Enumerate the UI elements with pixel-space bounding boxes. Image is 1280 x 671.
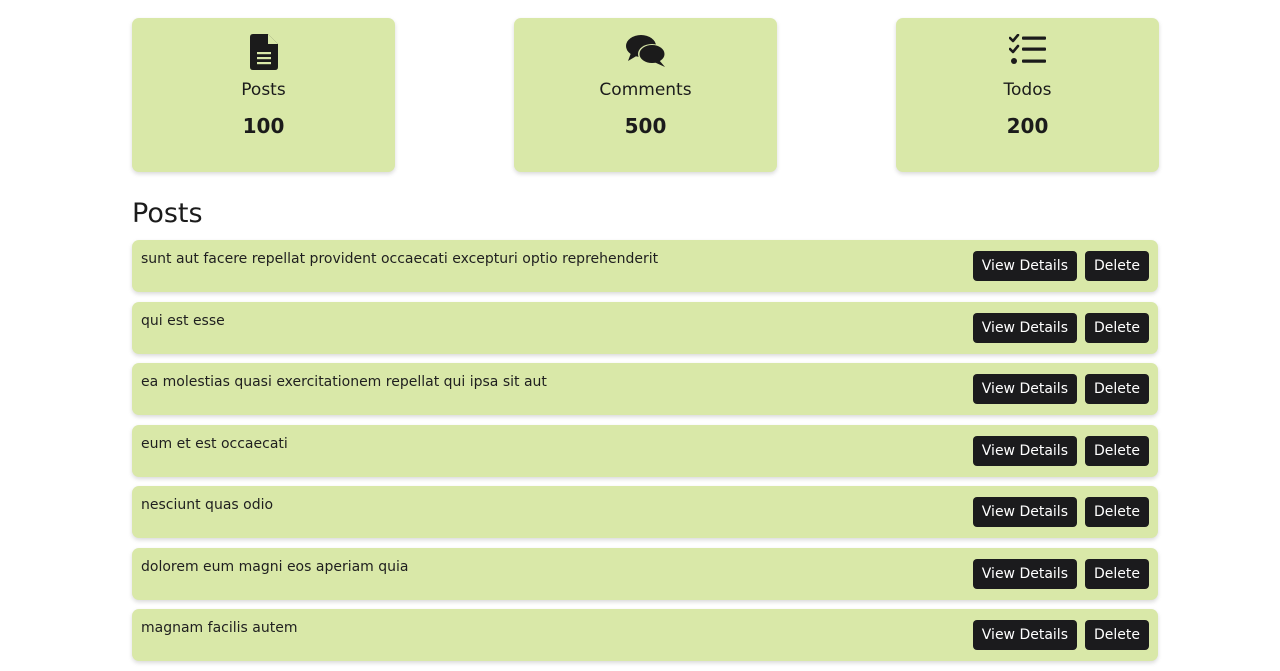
post-item: ea molestias quasi exercitationem repell… xyxy=(132,363,1158,415)
post-actions: View Details Delete xyxy=(972,251,1149,281)
delete-button[interactable]: Delete xyxy=(1085,312,1149,343)
post-title: dolorem eum magni eos aperiam quia xyxy=(141,558,409,575)
post-title: eum et est occaecati xyxy=(141,435,288,452)
file-text-icon xyxy=(132,34,395,70)
stat-label: Posts xyxy=(241,80,286,100)
post-actions: View Details Delete xyxy=(972,620,1149,650)
stat-card-comments: Comments 500 xyxy=(514,18,777,172)
view-details-button[interactable]: View Details xyxy=(972,312,1077,343)
comments-icon xyxy=(514,34,777,70)
stats-row: Posts 100 Comments 500 Todos 200 xyxy=(132,18,1159,172)
post-actions: View Details Delete xyxy=(972,374,1149,404)
view-details-button[interactable]: View Details xyxy=(972,620,1077,650)
view-details-button[interactable]: View Details xyxy=(972,497,1077,527)
delete-button[interactable]: Delete xyxy=(1085,435,1149,466)
post-actions: View Details Delete xyxy=(972,435,1149,466)
delete-button[interactable]: Delete xyxy=(1085,620,1149,650)
post-item: nesciunt quas odio View Details Delete xyxy=(132,486,1158,538)
stat-label: Todos xyxy=(1003,80,1052,100)
delete-button[interactable]: Delete xyxy=(1085,251,1149,281)
delete-button[interactable]: Delete xyxy=(1085,558,1149,589)
delete-button[interactable]: Delete xyxy=(1085,497,1149,527)
post-actions: View Details Delete xyxy=(972,312,1149,343)
delete-button[interactable]: Delete xyxy=(1085,374,1149,404)
post-item: eum et est occaecati View Details Delete xyxy=(132,424,1158,477)
view-details-button[interactable]: View Details xyxy=(972,374,1077,404)
post-title: ea molestias quasi exercitationem repell… xyxy=(141,374,547,390)
post-item: sunt aut facere repellat provident occae… xyxy=(132,240,1158,292)
post-title: nesciunt quas odio xyxy=(141,497,274,513)
view-details-button[interactable]: View Details xyxy=(972,251,1077,281)
view-details-button[interactable]: View Details xyxy=(972,558,1077,589)
post-title: magnam facilis autem xyxy=(141,620,298,636)
post-item: qui est esse View Details Delete xyxy=(132,301,1158,354)
post-item: dolorem eum magni eos aperiam quia View … xyxy=(132,547,1158,600)
stat-card-todos: Todos 200 xyxy=(896,18,1159,172)
posts-heading: Posts xyxy=(132,198,203,229)
checklist-icon xyxy=(896,34,1159,70)
post-title: qui est esse xyxy=(141,312,225,329)
stat-label: Comments xyxy=(599,80,692,100)
post-title: sunt aut facere repellat provident occae… xyxy=(141,251,659,267)
post-actions: View Details Delete xyxy=(972,558,1149,589)
post-actions: View Details Delete xyxy=(972,497,1149,527)
stat-card-posts: Posts 100 xyxy=(132,18,395,172)
stat-value: 200 xyxy=(1006,114,1049,138)
view-details-button[interactable]: View Details xyxy=(972,435,1077,466)
stat-value: 100 xyxy=(242,114,285,138)
post-item: magnam facilis autem View Details Delete xyxy=(132,609,1158,661)
stat-value: 500 xyxy=(624,114,667,138)
post-list: sunt aut facere repellat provident occae… xyxy=(132,240,1158,671)
